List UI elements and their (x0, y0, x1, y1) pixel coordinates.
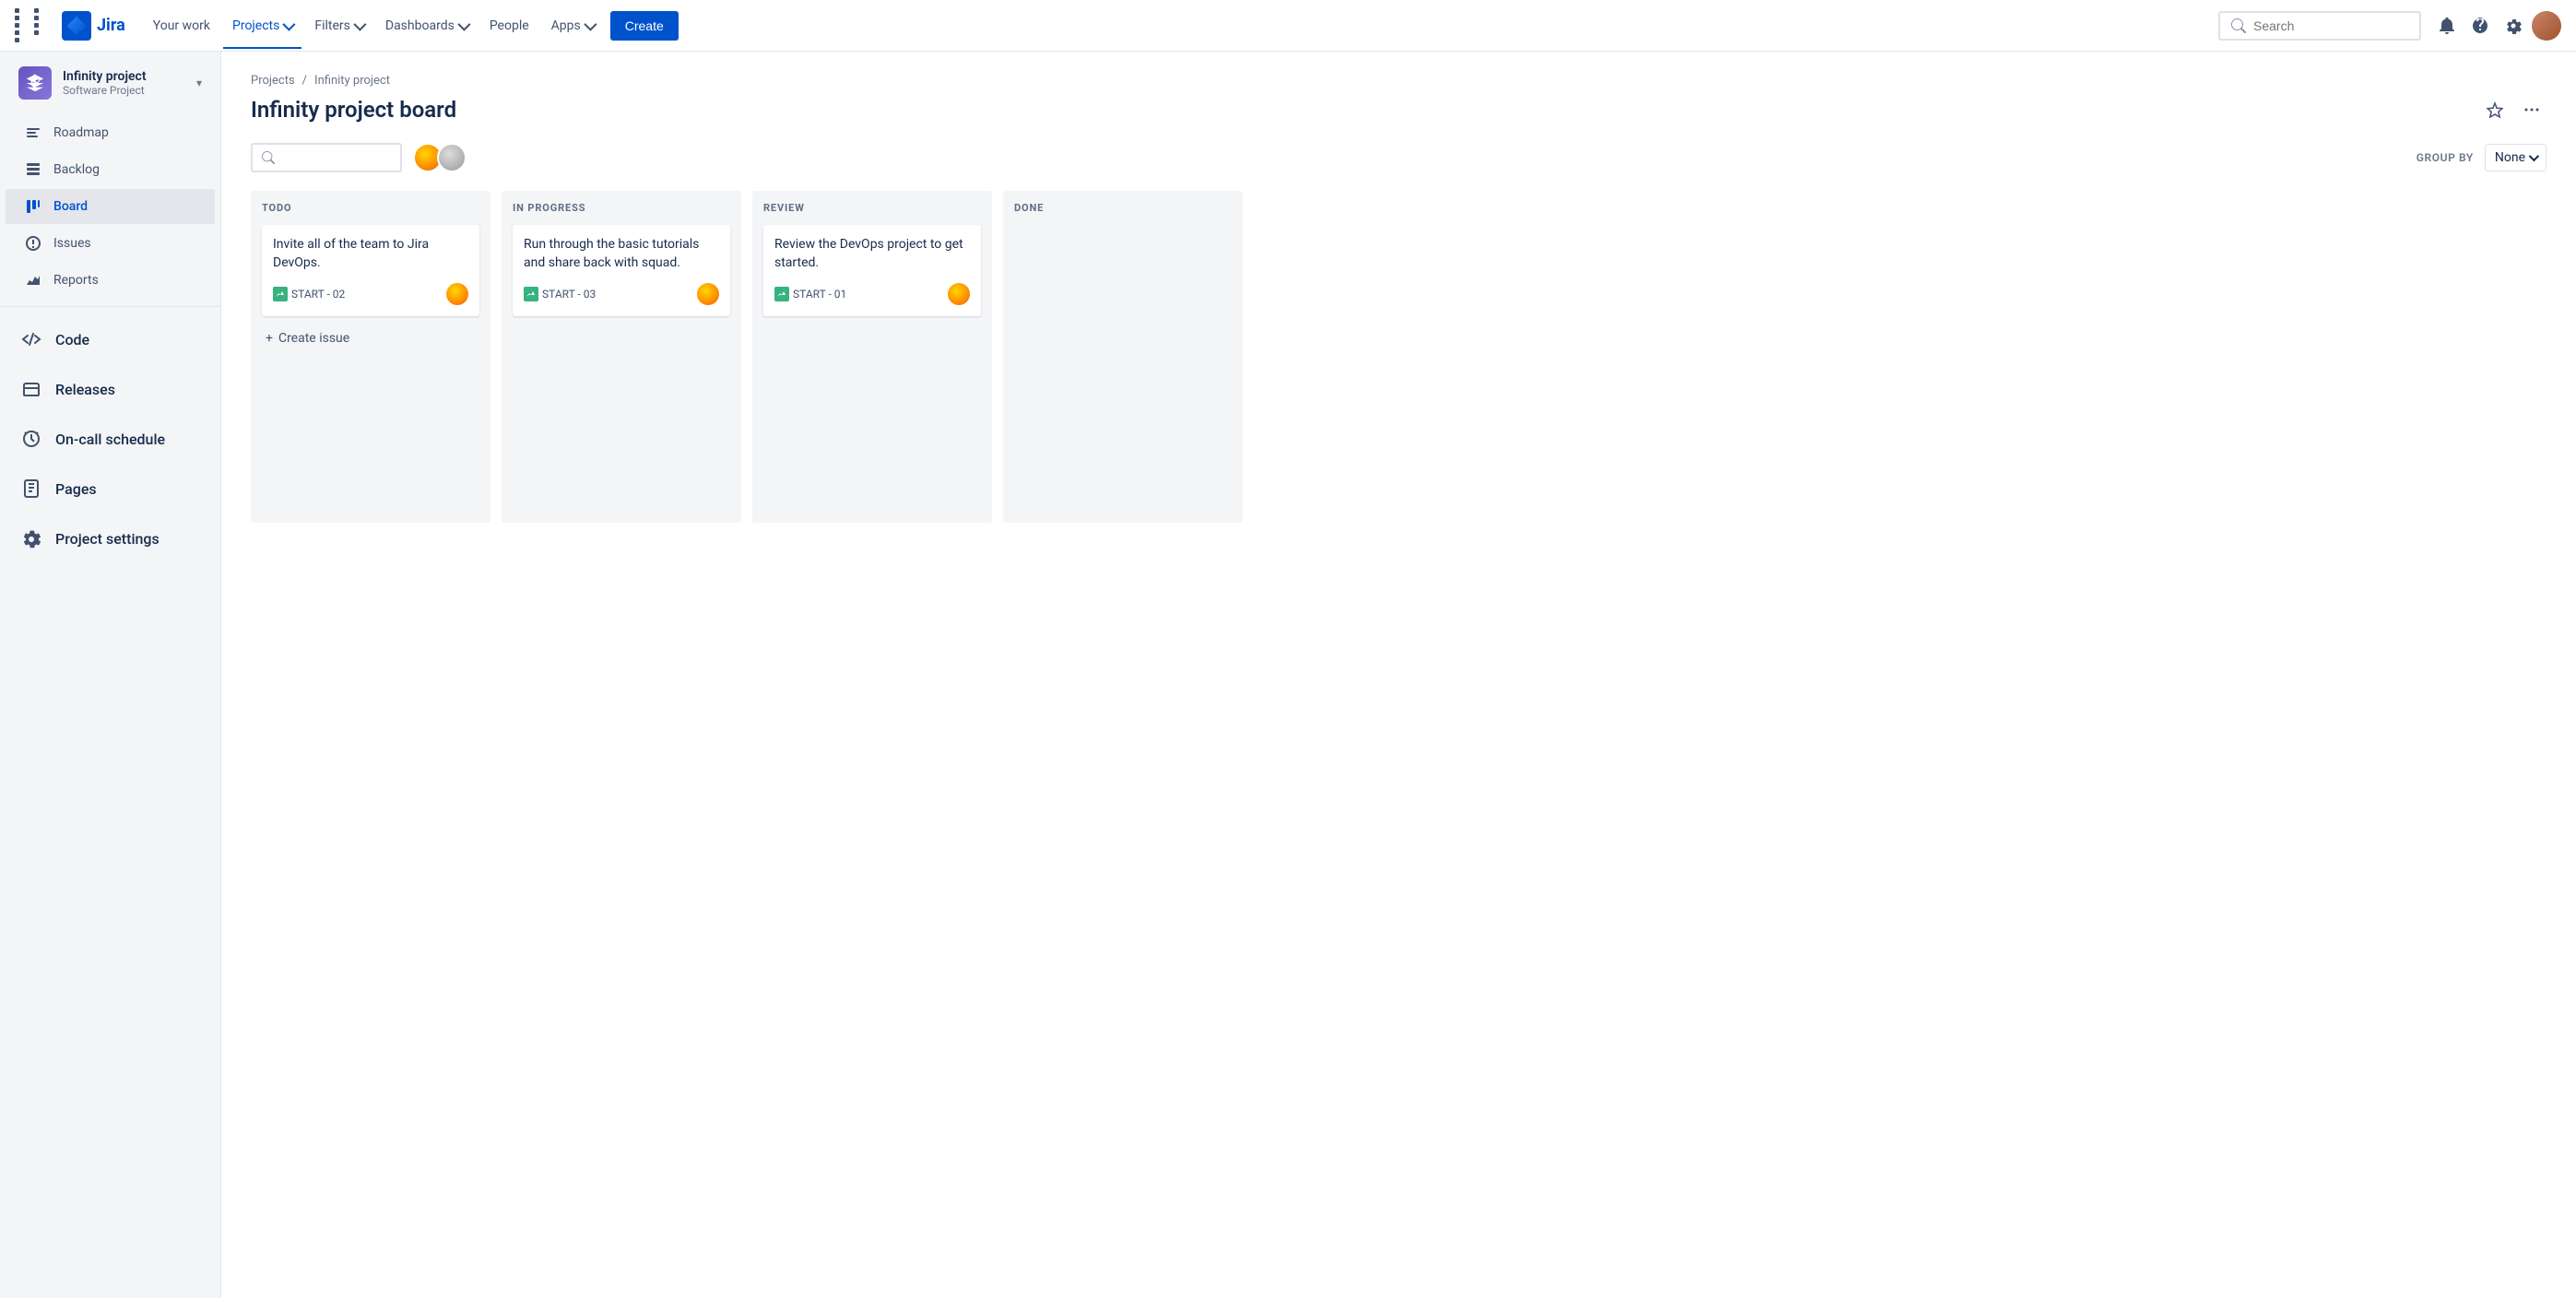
nav-apps[interactable]: Apps (542, 11, 603, 41)
nav-filters[interactable]: Filters (305, 11, 372, 41)
column-todo-header: TODO (262, 202, 479, 214)
reports-icon (24, 272, 42, 289)
story-icon-03 (524, 287, 538, 301)
story-icon-01 (774, 287, 789, 301)
nav-yourwork[interactable]: Your work (144, 11, 219, 41)
more-options-button[interactable] (2517, 95, 2546, 124)
project-info: Infinity project Software Project (63, 69, 185, 97)
nav-dashboards[interactable]: Dashboards (376, 11, 477, 41)
topnav-icons (2432, 11, 2561, 41)
card-start-03-footer: START - 03 (524, 283, 719, 305)
card-start-01-title: Review the DevOps project to get started… (774, 236, 970, 272)
card-start-02[interactable]: Invite all of the team to Jira DevOps. S… (262, 225, 479, 316)
search-box[interactable] (2218, 11, 2421, 41)
column-inprogress-header: IN PROGRESS (513, 202, 730, 214)
column-done: DONE (1003, 191, 1243, 523)
main-content: Projects / Infinity project Infinity pro… (221, 52, 2576, 1298)
issues-icon (24, 235, 42, 252)
sidebar-item-issues[interactable]: Issues (6, 226, 215, 261)
create-issue-button[interactable]: + Create issue (262, 324, 479, 353)
column-inprogress: IN PROGRESS Run through the basic tutori… (502, 191, 741, 523)
board-search-box[interactable] (251, 143, 402, 172)
create-button[interactable]: Create (610, 11, 679, 41)
sidebar-item-board[interactable]: Board (6, 189, 215, 224)
sidebar-item-roadmap[interactable]: Roadmap (6, 115, 215, 150)
project-settings-icon (18, 528, 44, 549)
jira-logo[interactable]: Jira (62, 11, 125, 41)
notifications-icon[interactable] (2432, 11, 2462, 41)
sidebar-item-releases[interactable]: Releases (0, 366, 220, 412)
column-review-header: REVIEW (763, 202, 981, 214)
card-start-02-avatar (446, 283, 468, 305)
project-type: Software Project (63, 84, 185, 97)
sidebar-item-code[interactable]: Code (0, 316, 220, 362)
dashboards-dropdown-icon (457, 18, 470, 30)
grid-icon[interactable] (15, 8, 51, 42)
group-by-select[interactable]: None (2485, 144, 2546, 171)
settings-icon[interactable] (2499, 11, 2528, 41)
sidebar-item-oncall[interactable]: On-call schedule (0, 416, 220, 462)
page-title-actions (2480, 95, 2546, 124)
logo-text: Jira (97, 16, 125, 35)
main-layout: Infinity project Software Project ▾ Road… (0, 52, 2576, 1298)
column-todo: TODO Invite all of the team to Jira DevO… (251, 191, 490, 523)
board-toolbar: GROUP BY None (251, 143, 2546, 172)
card-start-01-avatar (948, 283, 970, 305)
page-title: Infinity project board (251, 97, 456, 123)
code-icon (18, 329, 44, 349)
card-start-03-avatar (697, 283, 719, 305)
column-review: REVIEW Review the DevOps project to get … (752, 191, 992, 523)
sidebar-item-project-settings[interactable]: Project settings (0, 515, 220, 561)
sidebar-item-backlog[interactable]: Backlog (6, 152, 215, 187)
card-start-03-tag: START - 03 (524, 287, 596, 301)
help-icon[interactable] (2465, 11, 2495, 41)
star-button[interactable] (2480, 95, 2510, 124)
nav-projects[interactable]: Projects (223, 11, 301, 41)
pages-icon (18, 478, 44, 499)
page-title-row: Infinity project board (251, 95, 2546, 124)
card-start-03-title: Run through the basic tutorials and shar… (524, 236, 719, 272)
group-by-label: GROUP BY (2416, 151, 2474, 164)
project-name: Infinity project (63, 69, 185, 84)
projects-dropdown-icon (283, 18, 296, 30)
breadcrumb: Projects / Infinity project (251, 74, 2546, 88)
card-start-02-footer: START - 02 (273, 283, 468, 305)
releases-icon (18, 379, 44, 399)
card-start-01-tag: START - 01 (774, 287, 846, 301)
breadcrumb-project[interactable]: Infinity project (314, 74, 390, 88)
story-icon (273, 287, 288, 301)
sidebar-project[interactable]: Infinity project Software Project ▾ (0, 52, 220, 114)
user-avatar[interactable] (2532, 11, 2561, 41)
search-input[interactable] (2253, 18, 2408, 33)
board-icon (24, 198, 42, 215)
project-icon (18, 66, 52, 100)
breadcrumb-projects[interactable]: Projects (251, 74, 295, 88)
avatar-group (413, 143, 467, 172)
backlog-icon (24, 161, 42, 178)
card-start-02-title: Invite all of the team to Jira DevOps. (273, 236, 468, 272)
card-start-03[interactable]: Run through the basic tutorials and shar… (513, 225, 730, 316)
card-start-02-tag: START - 02 (273, 287, 345, 301)
apps-dropdown-icon (584, 18, 597, 30)
column-done-header: DONE (1014, 202, 1232, 214)
sidebar-item-pages[interactable]: Pages (0, 466, 220, 512)
roadmap-icon (24, 124, 42, 141)
search-icon (2231, 18, 2246, 33)
board-search-input[interactable] (280, 150, 391, 165)
filters-dropdown-icon (353, 18, 366, 30)
group-by-chevron (2529, 151, 2539, 161)
sidebar: Infinity project Software Project ▾ Road… (0, 52, 221, 1298)
sidebar-item-reports[interactable]: Reports (6, 263, 215, 298)
avatar-user2[interactable] (437, 143, 467, 172)
topnav: Jira Your work Projects Filters Dashboar… (0, 0, 2576, 52)
oncall-icon (18, 429, 44, 449)
card-start-01-footer: START - 01 (774, 283, 970, 305)
card-start-01[interactable]: Review the DevOps project to get started… (763, 225, 981, 316)
nav-people[interactable]: People (480, 11, 538, 41)
kanban-board: TODO Invite all of the team to Jira DevO… (251, 191, 2546, 523)
sidebar-project-chevron: ▾ (196, 77, 202, 89)
board-search-icon (262, 151, 275, 164)
